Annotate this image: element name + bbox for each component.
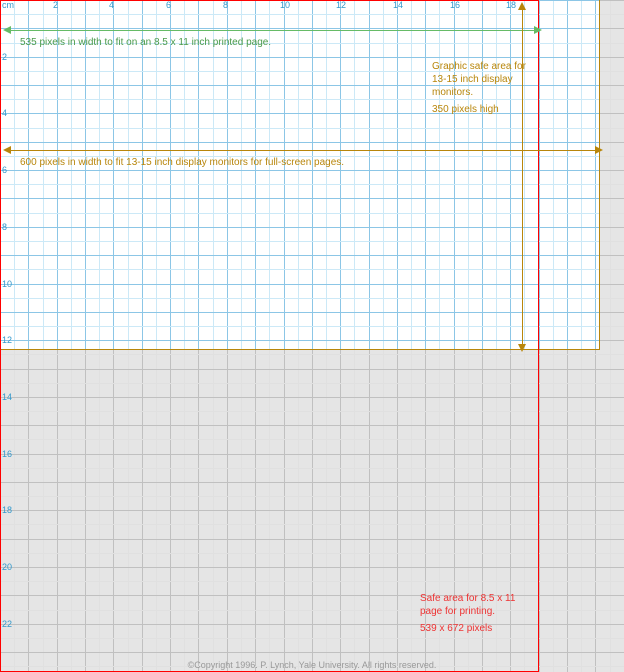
brown-width-arrow: [10, 150, 596, 151]
red-safe-area-text: Safe area for 8.5 x 11 page for printing…: [420, 592, 540, 635]
red-safe-line3: 539 x 672 pixels: [420, 622, 492, 635]
brown-arrow-left-icon: [3, 146, 11, 154]
brown-arrow-up-icon: [518, 2, 526, 10]
brown-safe-line4: 350 pixels high: [432, 103, 499, 116]
copyright-text: ©Copyright 1996. P. Lynch, Yale Universi…: [0, 660, 624, 670]
brown-safe-line1: Graphic safe area for: [432, 61, 526, 72]
green-width-label: 535 pixels in width to fit on an 8.5 x 1…: [20, 36, 520, 49]
diagram-canvas: cm 24681012141618 246810121416182022 535…: [0, 0, 624, 672]
green-arrow-left-icon: [3, 26, 11, 34]
green-arrow-right-icon: [534, 26, 542, 34]
brown-arrow-right-icon: [595, 146, 603, 154]
brown-arrow-down-icon: [518, 344, 526, 352]
red-safe-line2: page for printing.: [420, 606, 495, 617]
brown-safe-area-text: Graphic safe area for 13-15 inch display…: [432, 60, 542, 116]
brown-width-label: 600 pixels in width to fit 13-15 inch di…: [20, 156, 580, 169]
brown-safe-line3: monitors.: [432, 87, 473, 98]
brown-height-arrow: [522, 8, 523, 346]
red-safe-line1: Safe area for 8.5 x 11: [420, 593, 515, 604]
green-width-arrow: [10, 30, 535, 31]
brown-safe-line2: 13-15 inch display: [432, 74, 513, 85]
